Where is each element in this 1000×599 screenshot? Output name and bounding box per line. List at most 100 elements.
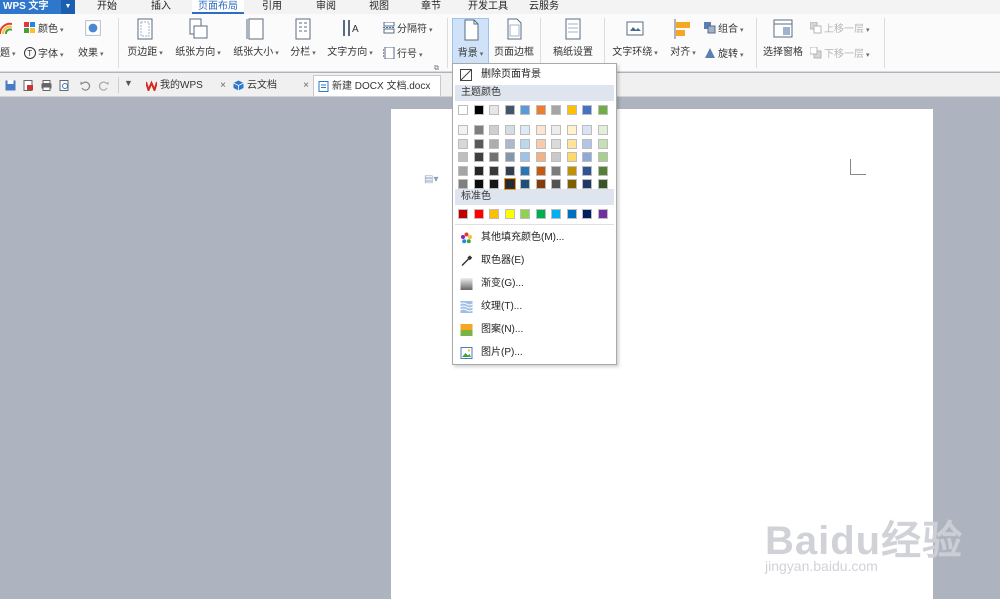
effects-button[interactable]: 效果 ▾: [78, 47, 104, 61]
eyedropper-item[interactable]: 取色器(E): [453, 251, 616, 271]
tab-cloud-docs[interactable]: 云文档 ×: [229, 75, 313, 96]
theme-shade-swatch[interactable]: [504, 165, 515, 176]
theme-shade-swatch[interactable]: [520, 125, 530, 135]
theme-color-swatch[interactable]: [551, 105, 561, 115]
theme-shade-swatch[interactable]: [473, 138, 484, 149]
theme-shade-swatch[interactable]: [520, 179, 530, 189]
theme-color-swatch[interactable]: [520, 105, 530, 115]
theme-shade-swatch[interactable]: [597, 138, 608, 149]
standard-color-swatch[interactable]: [597, 209, 608, 219]
theme-shade-swatch[interactable]: [489, 179, 499, 189]
theme-shade-swatch[interactable]: [582, 165, 592, 176]
theme-shade-swatch[interactable]: [551, 165, 561, 176]
theme-color-swatch[interactable]: [489, 105, 499, 115]
theme-shade-swatch[interactable]: [520, 165, 530, 176]
colors-button[interactable]: 颜色 ▾: [24, 22, 64, 36]
orientation-button[interactable]: 纸张方向 ▾: [172, 18, 224, 66]
background-button[interactable]: 背景 ▾: [452, 18, 489, 66]
theme-shade-swatch[interactable]: [504, 138, 515, 149]
group-button[interactable]: 组合 ▾: [704, 22, 744, 36]
tab-view[interactable]: 视图: [362, 0, 396, 14]
theme-shade-swatch[interactable]: [566, 165, 577, 176]
redo-icon[interactable]: [98, 80, 109, 91]
tab-references[interactable]: 引用: [255, 0, 289, 14]
theme-shade-swatch[interactable]: [535, 125, 546, 135]
theme-shade-swatch[interactable]: [597, 165, 608, 176]
theme-shade-swatch[interactable]: [504, 125, 515, 135]
more-fill-colors-item[interactable]: 其他填充颜色(M)...: [453, 228, 616, 248]
remove-background-item[interactable]: 删除页面背景: [453, 65, 616, 85]
selection-pane-button[interactable]: 选择窗格: [760, 18, 806, 66]
theme-shade-swatch[interactable]: [566, 152, 577, 162]
theme-color-swatch[interactable]: [566, 105, 577, 115]
theme-shade-swatch[interactable]: [597, 125, 608, 135]
theme-shade-swatch[interactable]: [458, 165, 468, 176]
columns-button[interactable]: 分栏 ▾: [287, 18, 319, 66]
theme-shade-swatch[interactable]: [473, 165, 484, 176]
theme-shade-swatch[interactable]: [489, 152, 499, 162]
theme-shade-swatch[interactable]: [535, 152, 546, 162]
standard-color-swatch[interactable]: [473, 209, 484, 219]
theme-shade-swatch[interactable]: [489, 125, 499, 135]
theme-button[interactable]: 题 ▾: [0, 47, 16, 61]
text-wrap-button[interactable]: 文字环绕 ▾: [609, 18, 661, 66]
theme-shade-swatch[interactable]: [551, 152, 561, 162]
theme-color-swatch[interactable]: [582, 105, 592, 115]
theme-shade-swatch[interactable]: [582, 152, 592, 162]
theme-shade-swatch[interactable]: [458, 138, 468, 149]
tab-review[interactable]: 审阅: [309, 0, 343, 14]
paragraph-handle-icon[interactable]: ▤▾: [424, 174, 438, 186]
theme-shade-swatch[interactable]: [503, 178, 516, 190]
theme-shade-swatch[interactable]: [535, 179, 546, 189]
theme-shade-swatch[interactable]: [489, 165, 499, 176]
standard-color-swatch[interactable]: [566, 209, 577, 219]
theme-shade-swatch[interactable]: [551, 179, 561, 189]
line-number-button[interactable]: 行号 ▾: [383, 46, 423, 61]
align-button[interactable]: 对齐 ▾: [666, 18, 700, 66]
theme-shade-swatch[interactable]: [473, 179, 484, 189]
pattern-item[interactable]: 图案(N)...: [453, 320, 616, 340]
standard-color-swatch[interactable]: [582, 209, 592, 219]
save-icon[interactable]: [5, 80, 16, 91]
fonts-button[interactable]: T 字体 ▾: [24, 47, 64, 61]
send-backward-button[interactable]: 下移一层 ▾: [809, 46, 870, 61]
theme-shade-swatch[interactable]: [566, 179, 577, 189]
close-icon[interactable]: ×: [303, 75, 309, 96]
standard-color-swatch[interactable]: [535, 209, 546, 219]
tab-home[interactable]: 开始: [90, 0, 124, 14]
standard-color-swatch[interactable]: [551, 209, 561, 219]
theme-color-swatch[interactable]: [458, 105, 468, 115]
theme-shade-swatch[interactable]: [551, 138, 561, 149]
tab-my-wps[interactable]: 我的WPS ×: [142, 75, 230, 96]
standard-color-swatch[interactable]: [520, 209, 530, 219]
theme-shade-swatch[interactable]: [582, 138, 592, 149]
texture-item[interactable]: 纹理(T)...: [453, 297, 616, 317]
theme-shade-swatch[interactable]: [520, 138, 530, 149]
theme-shade-swatch[interactable]: [458, 179, 468, 189]
theme-shade-swatch[interactable]: [520, 152, 530, 162]
theme-shade-swatch[interactable]: [458, 152, 468, 162]
undo-icon[interactable]: [80, 80, 91, 91]
theme-shade-swatch[interactable]: [582, 179, 592, 189]
tab-insert[interactable]: 插入: [144, 0, 178, 14]
theme-color-swatch[interactable]: [504, 105, 515, 115]
tab-page-layout[interactable]: 页面布局: [192, 0, 244, 14]
theme-shade-swatch[interactable]: [566, 125, 577, 135]
theme-shade-swatch[interactable]: [582, 125, 592, 135]
theme-shade-swatch[interactable]: [535, 165, 546, 176]
theme-shade-swatch[interactable]: [458, 125, 468, 135]
print-icon[interactable]: [41, 80, 52, 91]
draft-settings-button[interactable]: 稿纸设置: [548, 18, 598, 66]
tab-list-chevron-down-icon[interactable]: ▼: [124, 78, 133, 88]
separator-button[interactable]: 分隔符 ▾: [383, 21, 433, 36]
app-menu-button[interactable]: WPS 文字 ▼: [0, 0, 75, 14]
theme-shade-swatch[interactable]: [551, 125, 561, 135]
theme-preview-button[interactable]: [80, 20, 106, 40]
size-button[interactable]: 纸张大小 ▾: [230, 18, 282, 66]
bring-forward-button[interactable]: 上移一层 ▾: [809, 21, 870, 36]
theme-shade-swatch[interactable]: [535, 138, 546, 149]
standard-color-swatch[interactable]: [504, 209, 515, 219]
theme-shade-swatch[interactable]: [473, 152, 484, 162]
tab-cloud[interactable]: 云服务: [524, 0, 564, 14]
themes-button[interactable]: [0, 22, 14, 36]
